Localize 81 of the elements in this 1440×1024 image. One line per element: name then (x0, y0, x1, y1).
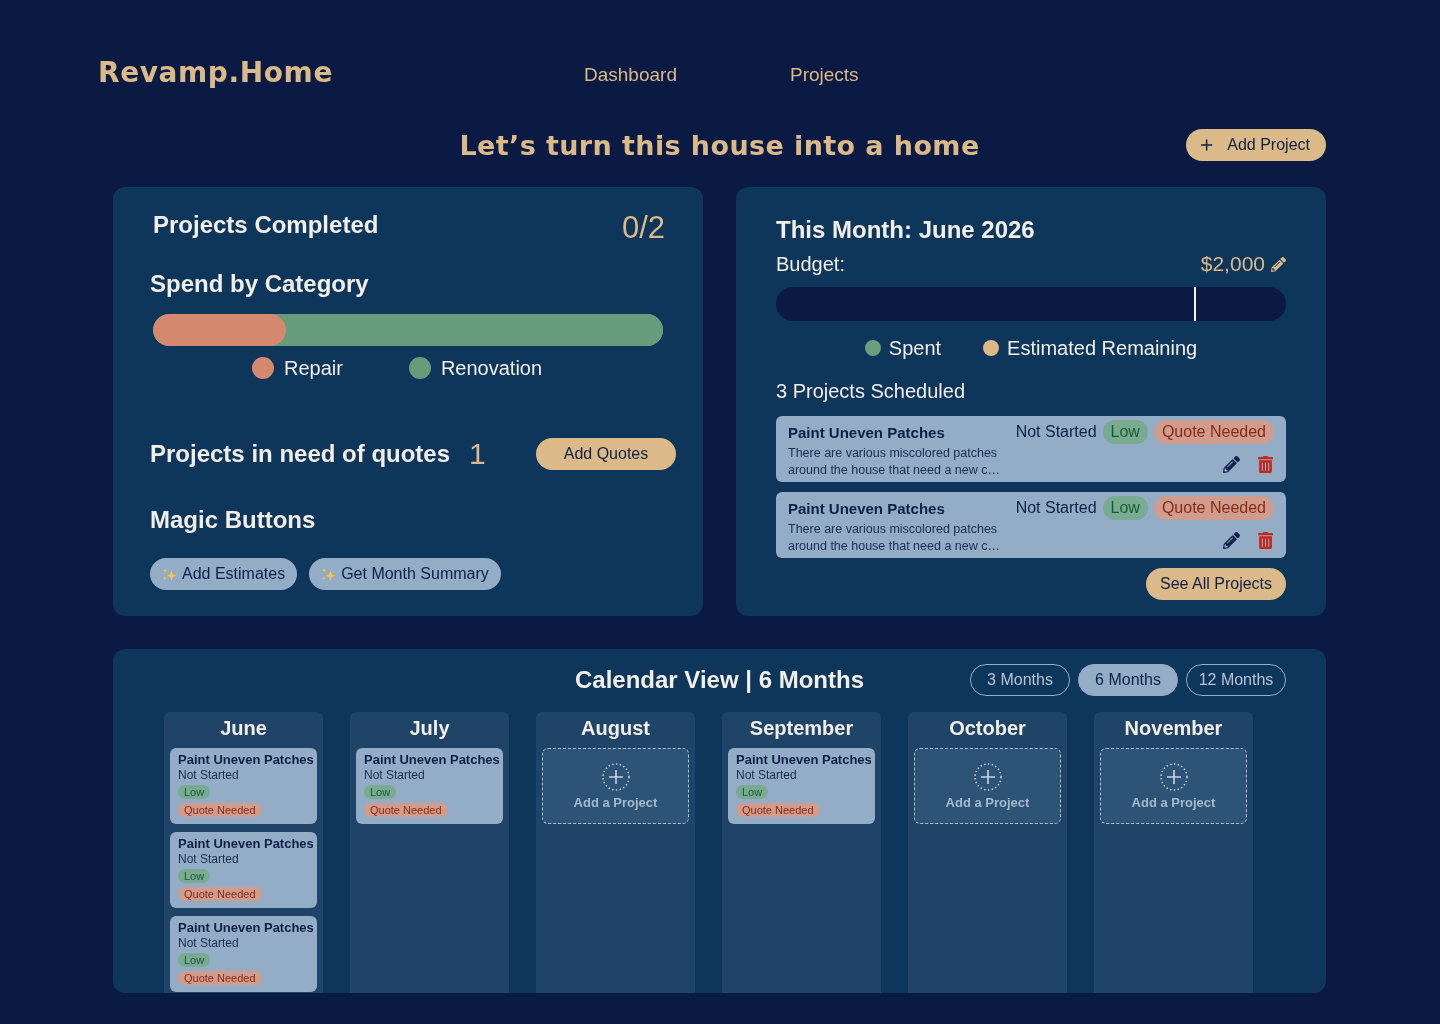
trash-icon[interactable] (1257, 456, 1274, 473)
sparkle-icon (162, 566, 177, 582)
month-title: This Month: June 2026 (776, 216, 1035, 244)
logo: Revamp.Home (98, 55, 333, 89)
dotted-plus-circle-icon (601, 762, 630, 791)
calendar-project-card[interactable]: Paint Uneven Patches Not Started Low Quote Needed (170, 748, 317, 824)
project-title: Paint Uneven Patches (178, 836, 314, 852)
completed-title: Projects Completed (153, 211, 379, 239)
quote-status-tag: Quote Needed (1153, 496, 1274, 520)
status-label: Not Started (1015, 423, 1097, 441)
project-title: Paint Uneven Patches (736, 752, 872, 768)
page-title: Let’s turn this house into a home (459, 129, 980, 161)
quote-status-tag: Quote Needed (178, 887, 262, 901)
see-all-projects-button[interactable]: See All Projects (1146, 568, 1286, 600)
add-project-slot[interactable]: Add a Project (914, 748, 1061, 824)
project-title: Paint Uneven Patches (178, 752, 314, 768)
quote-status-tag: Quote Needed (178, 803, 262, 817)
add-quotes-button[interactable]: Add Quotes (536, 438, 676, 470)
priority-tag: Low (364, 785, 397, 799)
month-name: June (220, 716, 267, 740)
scheduled-title: 3 Projects Scheduled (776, 380, 965, 402)
priority-tag: Low (178, 953, 211, 967)
project-description: There are various miscolored patches around the house that need a new c… (788, 521, 1001, 555)
month-name: November (1124, 716, 1223, 740)
status-label: Not Started (178, 936, 239, 950)
status-label: Not Started (364, 768, 425, 782)
status-label: Not Started (178, 852, 239, 866)
priority-tag: Low (736, 785, 769, 799)
budget-label: Budget: (776, 252, 845, 276)
calendar-title: Calendar View | 6 Months (575, 666, 864, 694)
calendar-project-card[interactable]: Paint Uneven Patches Not Started Low Quote Needed (170, 832, 317, 908)
legend-label: Renovation (440, 356, 543, 380)
pencil-icon[interactable] (1271, 256, 1286, 272)
completed-count: 0/2 (621, 211, 666, 245)
priority-tag: Low (1102, 420, 1148, 444)
project-title: Paint Uneven Patches (788, 423, 945, 441)
quote-status-tag: Quote Needed (364, 803, 448, 817)
month-name: September (749, 716, 854, 740)
add-project-slot[interactable]: Add a Project (1100, 748, 1247, 824)
dotted-plus-circle-icon (1159, 762, 1188, 791)
range-tab[interactable]: 6 Months (1078, 664, 1178, 696)
project-card[interactable]: Paint Uneven Patches Not Started Low Quote Needed There are various miscolored patches around the house that need a new c… (776, 416, 1286, 482)
magic-button[interactable]: Add Estimates (150, 558, 298, 590)
project-title: Paint Uneven Patches (364, 752, 500, 768)
status-label: Not Started (178, 768, 239, 782)
project-card[interactable]: Paint Uneven Patches Not Started Low Quote Needed There are various miscolored patches around the house that need a new c… (776, 492, 1286, 558)
project-title: Paint Uneven Patches (178, 920, 314, 936)
legend-label: Spent (888, 336, 942, 360)
priority-tag: Low (1102, 496, 1148, 520)
status-label: Not Started (1015, 499, 1097, 517)
calendar-project-card[interactable]: Paint Uneven Patches Not Started Low Quote Needed (356, 748, 503, 824)
nav-link[interactable]: Dashboard (584, 64, 677, 86)
dotted-plus-circle-icon (973, 762, 1002, 791)
trash-icon[interactable] (1257, 532, 1274, 549)
quote-status-tag: Quote Needed (736, 803, 820, 817)
magic-title: Magic Buttons (150, 506, 316, 534)
project-description: There are various miscolored patches around the house that need a new c… (788, 445, 1001, 479)
priority-tag: Low (178, 785, 211, 799)
legend-label: Estimated Remaining (1007, 336, 1198, 360)
month-name: August (581, 716, 650, 740)
pencil-icon[interactable] (1223, 532, 1240, 549)
month-name: October (949, 716, 1026, 740)
sparkle-icon (321, 566, 337, 582)
add-project-slot[interactable]: Add a Project (542, 748, 689, 824)
calendar-project-card[interactable]: Paint Uneven Patches Not Started Low Quote Needed (728, 748, 875, 824)
nav-link[interactable]: Projects (789, 64, 859, 86)
quote-status-tag: Quote Needed (1153, 420, 1274, 444)
add-project-button[interactable]: Add Project (1186, 129, 1326, 161)
quote-status-tag: Quote Needed (178, 971, 262, 985)
quotes-title: Projects in need of quotes (150, 440, 451, 468)
pencil-icon[interactable] (1223, 456, 1240, 473)
status-label: Not Started (736, 768, 797, 782)
legend-label: Repair (284, 356, 343, 380)
month-name: July (409, 716, 450, 740)
magic-button[interactable]: Get Month Summary (309, 558, 501, 590)
project-title: Paint Uneven Patches (788, 499, 945, 517)
budget-amount: $2,000 (1200, 252, 1265, 276)
spend-title: Spend by Category (150, 270, 369, 298)
calendar-project-card[interactable]: Paint Uneven Patches Not Started Low Quote Needed (170, 916, 317, 992)
quotes-count: 1 (469, 438, 486, 470)
priority-tag: Low (178, 869, 211, 883)
